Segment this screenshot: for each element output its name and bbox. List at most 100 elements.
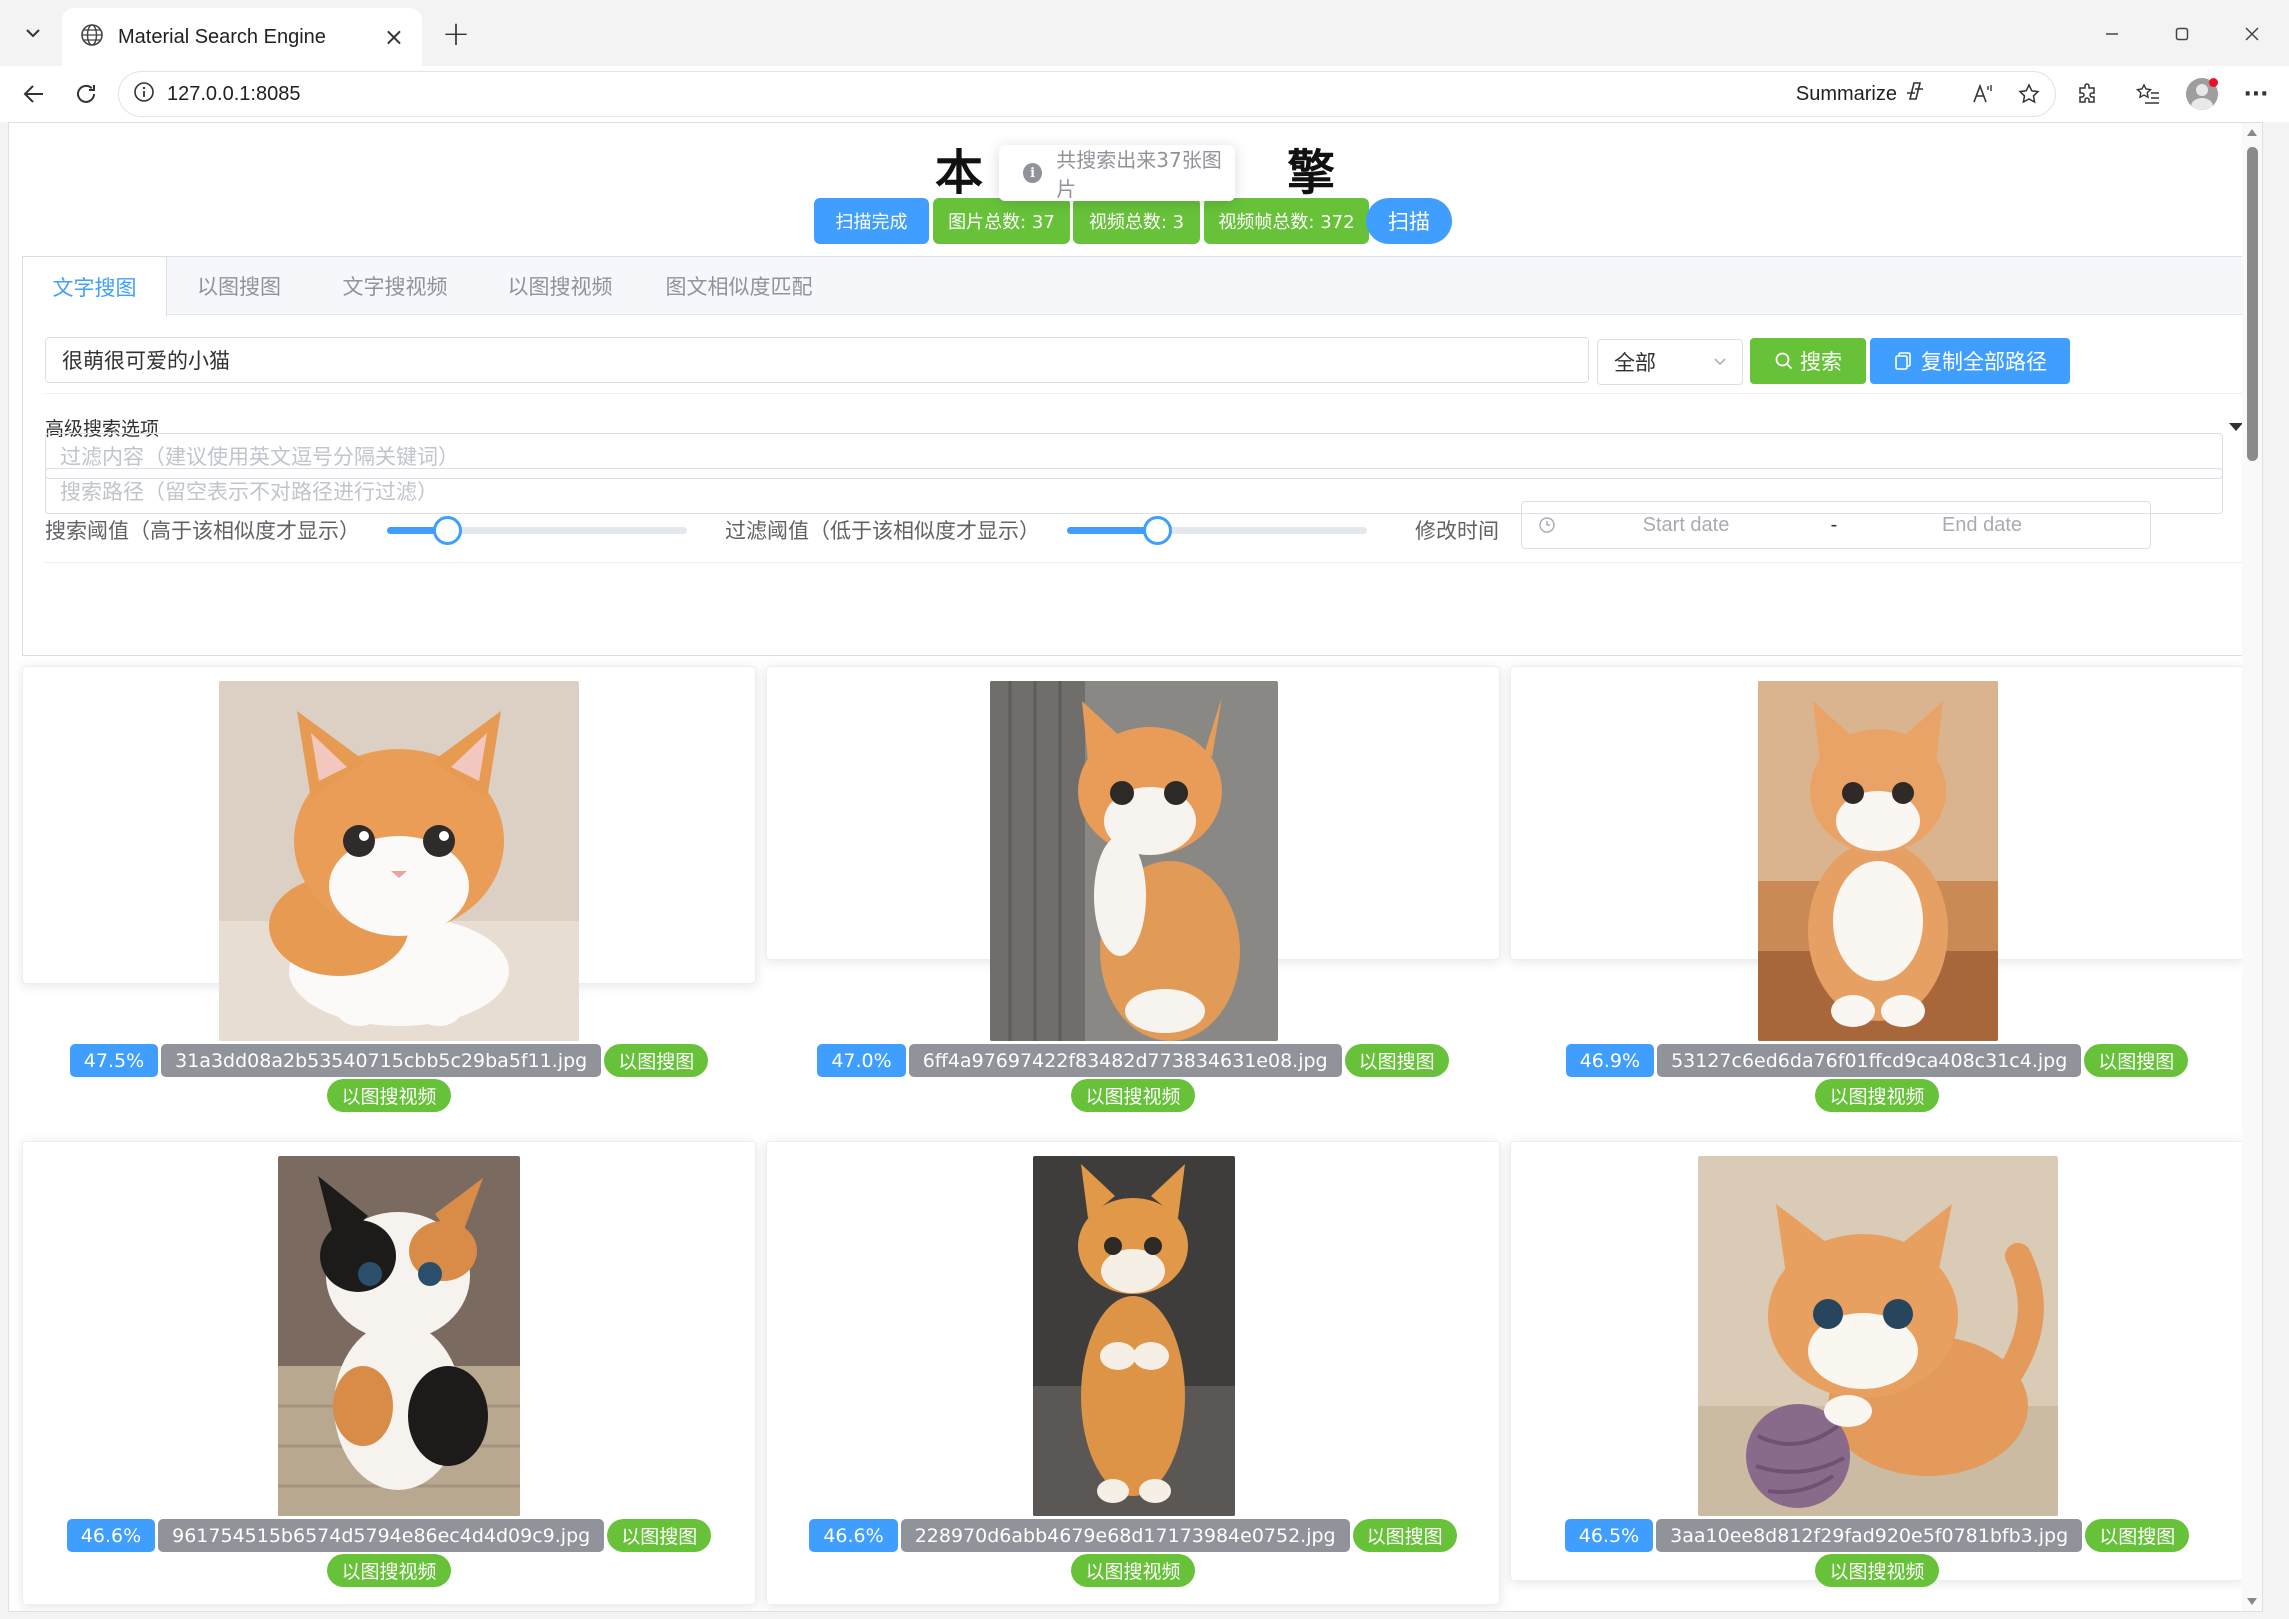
search-video-by-image-button[interactable]: 以图搜视频 [1071,1554,1195,1587]
page-title-start: 本 [935,145,992,201]
globe-icon [80,23,104,51]
divider [45,393,2247,394]
page-scrollbar[interactable] [2242,123,2262,1611]
search-video-by-image-button[interactable]: 以图搜视频 [1815,1079,1939,1112]
end-date-input[interactable]: End date [1864,514,2100,537]
result-meta: 46.6% 961754515b6574d5794e86ec4d4d09c9.j… [23,1519,755,1587]
date-range-picker[interactable]: Start date - End date [1521,501,2151,549]
result-count-toast: i 共搜索出来37张图片 [999,145,1235,201]
frame-count-tag: 视频帧总数: 372 [1204,198,1369,244]
result-meta: 47.0% 6ff4a97697422f83482d773834631e08.j… [767,1044,1499,1112]
result-card: 46.6% 961754515b6574d5794e86ec4d4d09c9.j… [22,1141,756,1605]
scan-button[interactable]: 扫描 [1366,198,1452,244]
read-aloud-icon[interactable] [1971,82,1995,106]
search-by-image-button[interactable]: 以图搜图 [1352,1519,1457,1552]
scope-select[interactable]: 全部 [1597,339,1743,385]
tab-bar: 文字搜图 以图搜图 文字搜视频 以图搜视频 图文相似度匹配 [23,257,2262,316]
url-text[interactable]: 127.0.0.1:8085 [167,83,1796,106]
info-icon: i [1023,163,1043,183]
tab-image-search-video[interactable]: 以图搜视频 [479,257,641,315]
filter-threshold-slider[interactable] [1067,516,1367,545]
notification-dot-icon [2209,78,2218,87]
tab-actions-chevron-icon[interactable] [16,16,50,50]
collapse-caret-icon [2229,423,2243,431]
tab-image-text-similarity[interactable]: 图文相似度匹配 [641,257,837,315]
result-meta: 46.9% 53127c6ed6da76f01ffcd9ca408c31c4.j… [1511,1044,2243,1112]
similarity-score: 46.6% [809,1519,898,1552]
search-video-by-image-button[interactable]: 以图搜视频 [1815,1554,1939,1587]
browser-tab[interactable]: Material Search Engine × [62,8,422,66]
maximize-icon[interactable] [2162,14,2202,54]
address-bar[interactable]: 127.0.0.1:8085 Summarize [118,71,2056,117]
favorite-star-icon[interactable] [2017,82,2041,106]
page-title-end: 擎 [1287,145,1344,201]
search-by-image-button[interactable]: 以图搜图 [2085,1519,2190,1552]
start-date-input[interactable]: Start date [1568,514,1804,537]
result-image[interactable] [278,1156,520,1516]
refresh-icon[interactable] [66,74,106,114]
scroll-up-arrow-icon[interactable] [2247,129,2257,136]
tab-text-search-image[interactable]: 文字搜图 [23,257,167,316]
browser-tab-strip: Material Search Engine × + [0,0,2289,66]
search-threshold-label: 搜索阈值（高于该相似度才显示） [45,519,360,543]
summarize-button[interactable]: Summarize [1796,79,1927,109]
file-name[interactable]: 228970d6abb4679e68d17173984e0752.jpg [900,1519,1350,1552]
scroll-down-arrow-icon[interactable] [2247,1598,2257,1605]
search-video-by-image-button[interactable]: 以图搜视频 [327,1554,451,1587]
result-image[interactable] [1033,1156,1235,1516]
back-arrow-icon[interactable] [14,74,54,114]
profile-avatar[interactable] [2182,74,2222,114]
result-card: 47.0% 6ff4a97697422f83482d773834631e08.j… [766,666,1500,1112]
search-threshold-handle[interactable] [433,516,462,545]
scrollbar-thumb[interactable] [2247,147,2258,461]
tab-text-search-video[interactable]: 文字搜视频 [311,257,479,315]
browser-toolbar: 127.0.0.1:8085 Summarize ··· [0,66,2289,122]
extensions-puzzle-icon[interactable] [2068,74,2108,114]
result-meta: 46.5% 3aa10ee8d812f29fad920e5f0781bfb3.j… [1511,1519,2243,1587]
result-image[interactable] [1758,681,1998,1041]
file-name[interactable]: 961754515b6574d5794e86ec4d4d09c9.jpg [158,1519,605,1552]
result-image[interactable] [219,681,579,1041]
tab-image-search-image[interactable]: 以图搜图 [167,257,311,315]
search-by-image-button[interactable]: 以图搜图 [604,1044,709,1077]
search-by-image-button[interactable]: 以图搜图 [2084,1044,2189,1077]
search-tabs-panel: 文字搜图 以图搜图 文字搜视频 以图搜视频 图文相似度匹配 很萌很可爱的小猫 全… [22,256,2262,656]
browser-tab-title: Material Search Engine [118,25,326,48]
search-threshold-slider[interactable] [387,516,687,545]
close-tab-icon[interactable]: × [384,25,404,49]
divider [45,562,2247,563]
chevron-down-icon [1712,350,1728,374]
copy-all-paths-button[interactable]: 复制全部路径 [1870,338,2070,384]
result-card: 47.5% 31a3dd08a2b53540715cbb5c29ba5f11.j… [22,666,756,1112]
similarity-score: 46.5% [1564,1519,1654,1552]
search-video-by-image-button[interactable]: 以图搜视频 [327,1079,451,1112]
close-window-icon[interactable] [2232,14,2272,54]
scan-status-tag: 扫描完成 [814,198,929,244]
summarize-label: Summarize [1795,82,1897,105]
search-by-image-button[interactable]: 以图搜图 [607,1519,712,1552]
modified-time-label: 修改时间 [1415,519,1499,543]
result-meta: 47.5% 31a3dd08a2b53540715cbb5c29ba5f11.j… [23,1044,755,1112]
copy-icon [1893,351,1913,371]
search-button[interactable]: 搜索 [1750,338,1866,384]
file-name[interactable]: 6ff4a97697422f83482d773834631e08.jpg [908,1044,1342,1077]
file-name[interactable]: 31a3dd08a2b53540715cbb5c29ba5f11.jpg [161,1044,602,1077]
search-input[interactable]: 很萌很可爱的小猫 [45,337,1589,383]
result-image[interactable] [1698,1156,2058,1516]
search-by-image-button[interactable]: 以图搜图 [1344,1044,1449,1077]
similarity-score: 47.0% [817,1044,906,1077]
site-info-icon[interactable] [133,81,155,107]
video-count-tag: 视频总数: 3 [1073,198,1200,244]
page-viewport: 本 擎 扫描完成 图片总数: 37 视频总数: 3 视频帧总数: 372 扫描 i… [8,122,2263,1612]
file-name[interactable]: 53127c6ed6da76f01ffcd9ca408c31c4.jpg [1657,1044,2082,1077]
minimize-icon[interactable] [2092,14,2132,54]
file-name[interactable]: 3aa10ee8d812f29fad920e5f0781bfb3.jpg [1656,1519,2083,1552]
search-video-by-image-button[interactable]: 以图搜视频 [1071,1079,1195,1112]
copilot-icon [1903,79,1927,109]
result-card: 46.5% 3aa10ee8d812f29fad920e5f0781bfb3.j… [1510,1141,2244,1587]
favorites-list-icon[interactable] [2128,74,2168,114]
new-tab-plus-icon[interactable]: + [436,14,476,54]
result-image[interactable] [990,681,1278,1041]
filter-threshold-handle[interactable] [1143,516,1172,545]
more-menu-icon[interactable]: ··· [2236,74,2276,114]
